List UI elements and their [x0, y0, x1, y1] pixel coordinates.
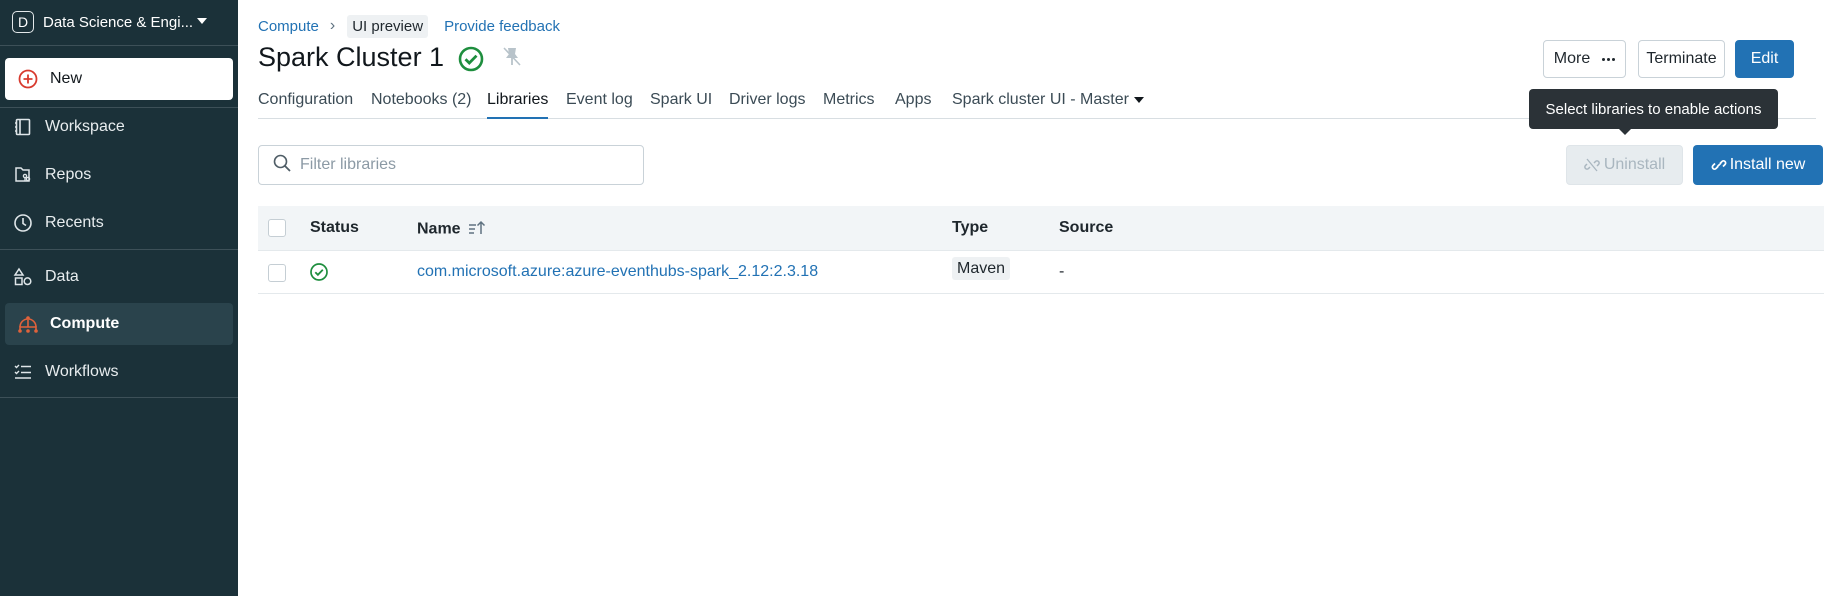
- data-icon: [12, 266, 34, 288]
- tooltip-arrow: [1619, 129, 1631, 135]
- main-content: Compute › UI preview Provide feedback Sp…: [238, 0, 1836, 596]
- provide-feedback-link[interactable]: Provide feedback: [444, 18, 560, 35]
- library-type-badge: Maven: [952, 257, 1011, 280]
- edit-button[interactable]: Edit: [1735, 40, 1794, 78]
- workspace-switcher[interactable]: D Data Science & Engi...: [12, 8, 232, 36]
- compute-icon: [17, 313, 39, 335]
- sidebar-item-repos[interactable]: Repos: [0, 154, 228, 196]
- column-header-status[interactable]: Status: [310, 219, 359, 237]
- sidebar-item-label: Data: [45, 268, 79, 285]
- workflows-icon: [12, 361, 34, 383]
- sidebar-item-label: Compute: [50, 315, 120, 332]
- page-title: Spark Cluster 1: [258, 42, 445, 72]
- tab-notebooks[interactable]: Notebooks (2): [371, 91, 472, 119]
- workspace-badge: D: [12, 11, 34, 33]
- sidebar-item-label: Repos: [45, 166, 92, 183]
- sidebar-divider: [0, 397, 238, 398]
- ellipsis-icon: [1602, 57, 1616, 61]
- uninstall-label: Uninstall: [1603, 156, 1666, 173]
- sidebar-item-label: New: [50, 70, 83, 87]
- filter-libraries-input[interactable]: [300, 156, 630, 174]
- sidebar-divider: [0, 249, 238, 250]
- install-new-button[interactable]: Install new: [1693, 145, 1823, 185]
- column-header-name[interactable]: Name: [417, 219, 486, 240]
- workspace-name: Data Science & Engi...: [43, 13, 194, 31]
- row-checkbox[interactable]: [268, 264, 286, 282]
- repos-icon: [12, 164, 34, 186]
- uninstall-button[interactable]: Uninstall: [1566, 145, 1683, 185]
- sidebar: D Data Science & Engi... New Workspace R…: [0, 0, 238, 596]
- install-new-label: Install new: [1729, 156, 1806, 173]
- sidebar-item-workflows[interactable]: Workflows: [0, 351, 228, 393]
- unlink-icon: [1584, 157, 1600, 173]
- sidebar-item-label: Workspace: [45, 118, 125, 135]
- tab-spark-ui[interactable]: Spark UI: [650, 91, 712, 119]
- sidebar-item-new[interactable]: New: [5, 58, 233, 100]
- sidebar-divider: [0, 45, 238, 46]
- link-icon: [1711, 157, 1727, 173]
- library-name-link[interactable]: com.microsoft.azure:azure-eventhubs-spar…: [417, 263, 818, 281]
- column-header-type[interactable]: Type: [952, 219, 988, 237]
- tab-libraries[interactable]: Libraries: [487, 91, 549, 119]
- sidebar-item-compute[interactable]: Compute: [5, 303, 233, 345]
- sidebar-item-workspace[interactable]: Workspace: [0, 106, 228, 148]
- workspace-icon: [12, 116, 34, 138]
- sort-ascending-icon: [468, 219, 486, 240]
- caret-down-icon: [197, 18, 208, 24]
- breadcrumb-compute-link[interactable]: Compute: [258, 18, 319, 35]
- running-status-icon: [458, 46, 484, 77]
- pin-icon[interactable]: [502, 46, 522, 73]
- tab-apps[interactable]: Apps: [895, 91, 931, 119]
- more-button[interactable]: More: [1543, 40, 1626, 78]
- tab-driver-logs[interactable]: Driver logs: [729, 91, 805, 119]
- tab-metrics[interactable]: Metrics: [823, 91, 875, 119]
- filter-libraries-field[interactable]: [258, 145, 644, 185]
- ui-preview-badge[interactable]: UI preview: [347, 14, 429, 38]
- libraries-table-header: Status Name Type Source: [258, 206, 1824, 251]
- tab-configuration[interactable]: Configuration: [258, 91, 353, 119]
- caret-down-icon: [1133, 96, 1144, 103]
- clock-icon: [12, 212, 34, 234]
- select-all-checkbox[interactable]: [268, 219, 286, 237]
- terminate-button[interactable]: Terminate: [1638, 40, 1725, 78]
- installed-status-icon: [309, 262, 329, 287]
- library-type: Maven: [952, 257, 1011, 280]
- table-row[interactable]: com.microsoft.azure:azure-eventhubs-spar…: [258, 252, 1824, 294]
- tab-spark-cluster-ui-master[interactable]: Spark cluster UI - Master: [952, 91, 1144, 119]
- column-header-label: Name: [417, 220, 461, 238]
- more-button-label: More: [1553, 50, 1591, 67]
- plus-circle-icon: [17, 68, 39, 90]
- tab-event-log[interactable]: Event log: [566, 91, 633, 119]
- column-header-source[interactable]: Source: [1059, 219, 1113, 237]
- tab-label: Spark cluster UI - Master: [952, 91, 1129, 108]
- tooltip: Select libraries to enable actions: [1529, 89, 1778, 129]
- library-source: -: [1059, 263, 1065, 280]
- breadcrumb-separator-icon: ›: [329, 17, 336, 34]
- sidebar-item-label: Recents: [45, 214, 104, 231]
- sidebar-item-label: Workflows: [45, 363, 119, 380]
- sidebar-item-data[interactable]: Data: [0, 256, 228, 298]
- breadcrumb: Compute › UI preview Provide feedback: [258, 14, 560, 38]
- search-icon: [273, 154, 291, 177]
- sidebar-item-recents[interactable]: Recents: [0, 202, 228, 244]
